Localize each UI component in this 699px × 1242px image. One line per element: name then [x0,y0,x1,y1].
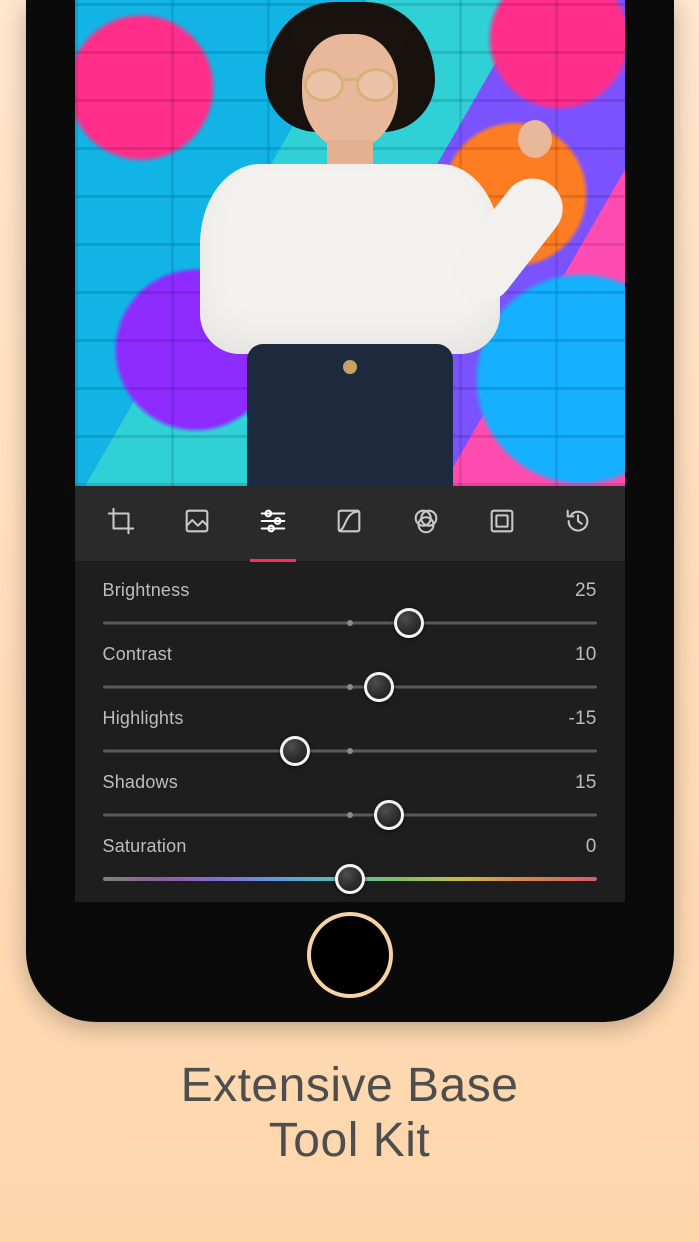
slider-thumb[interactable] [394,608,424,638]
slider-value: 15 [575,772,597,794]
slider-value: 10 [575,644,597,666]
history-icon [563,506,593,541]
slider-row-shadows: Shadows 15 [103,772,597,836]
slider-label: Contrast [103,644,173,665]
crop-icon [106,506,136,541]
tab-adjust[interactable] [246,486,300,562]
slider-shadows[interactable] [103,800,597,830]
image-preview[interactable] [75,0,625,486]
slider-row-saturation: Saturation 0 [103,836,597,900]
slider-contrast[interactable] [103,672,597,702]
phone-frame: Brightness 25 Contrast 10 [26,0,674,1022]
slider-label: Shadows [103,772,178,793]
slider-highlights[interactable] [103,736,597,766]
caption-line: Tool Kit [0,1113,699,1168]
curves-icon [334,506,364,541]
slider-value: -15 [568,708,596,730]
slider-thumb[interactable] [364,672,394,702]
tab-curves[interactable] [322,486,376,562]
slider-row-highlights: Highlights -15 [103,708,597,772]
photo-icon [182,506,212,541]
color-channels-icon [411,506,441,541]
tab-crop[interactable] [94,486,148,562]
slider-saturation[interactable] [103,864,597,894]
slider-row-contrast: Contrast 10 [103,644,597,708]
tab-color[interactable] [399,486,453,562]
slider-brightness[interactable] [103,608,597,638]
slider-label: Brightness [103,580,190,601]
adjust-sliders-icon [258,506,288,541]
slider-thumb[interactable] [335,864,365,894]
slider-thumb[interactable] [280,736,310,766]
slider-row-brightness: Brightness 25 [103,580,597,644]
preview-subject [180,0,520,486]
slider-label: Highlights [103,708,184,729]
home-button[interactable] [307,912,393,998]
app-screen: Brightness 25 Contrast 10 [75,0,625,902]
tab-photo[interactable] [170,486,224,562]
editor-toolbar [75,486,625,562]
caption-line: Extensive Base [0,1058,699,1113]
slider-thumb[interactable] [374,800,404,830]
marketing-caption: Extensive Base Tool Kit [0,1058,699,1168]
tab-history[interactable] [551,486,605,562]
slider-label: Saturation [103,836,187,857]
tab-vignette[interactable] [475,486,529,562]
slider-value: 0 [586,836,597,858]
adjust-panel: Brightness 25 Contrast 10 [75,562,625,902]
slider-value: 25 [575,580,597,602]
vignette-icon [487,506,517,541]
